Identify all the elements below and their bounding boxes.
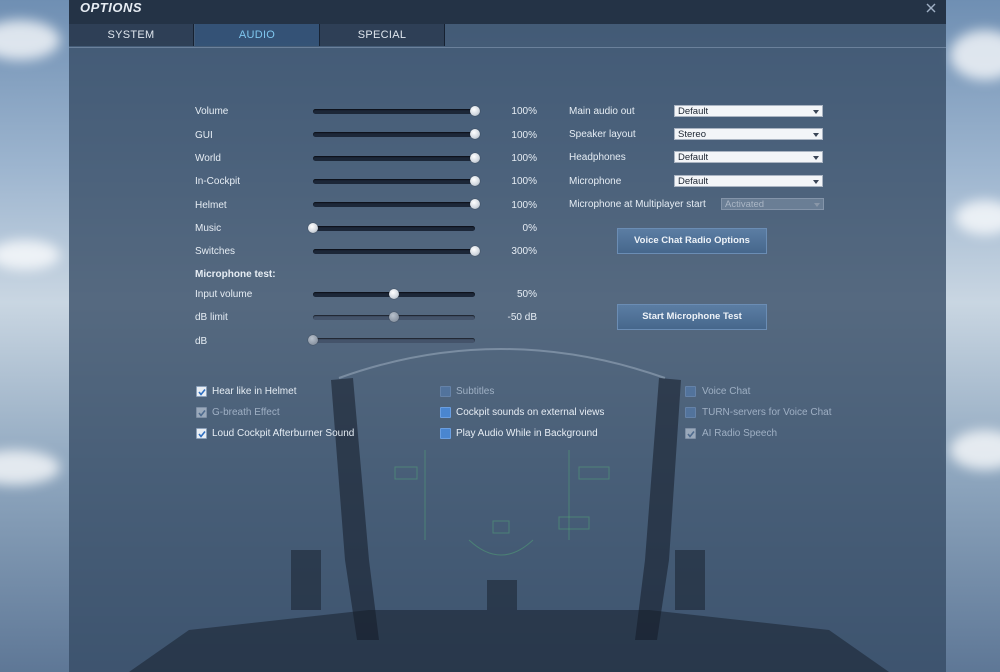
slider-label: Switches <box>195 246 236 257</box>
slider-label: Music <box>195 223 222 234</box>
slider-label: World <box>195 153 221 164</box>
helmet-slider[interactable] <box>313 199 480 209</box>
options-window: OPTIONS SYSTEM AUDIO SPECIAL Volume 100%… <box>69 0 946 672</box>
cloud <box>0 450 60 485</box>
chevron-down-icon <box>813 133 819 137</box>
slider-value: 0% <box>522 223 537 234</box>
slider-value: 100% <box>511 106 537 117</box>
select-value: Stereo <box>678 129 706 140</box>
check-icon <box>198 431 206 438</box>
world-slider[interactable] <box>313 153 480 163</box>
select-value: Default <box>678 106 709 117</box>
check-icon <box>687 431 695 438</box>
mp-start-select: Activated <box>721 198 824 210</box>
checkbox-label: AI Radio Speech <box>702 428 778 439</box>
slider-value: 100% <box>511 200 537 211</box>
checkbox-label: Hear like in Helmet <box>212 386 297 397</box>
mic-test-heading: Microphone test: <box>195 269 276 280</box>
headphones-select[interactable]: Default <box>674 151 823 163</box>
chevron-down-icon <box>813 180 819 184</box>
device-label: Microphone <box>569 176 622 187</box>
checkbox[interactable] <box>440 386 451 397</box>
chevron-down-icon <box>813 156 819 160</box>
checkbox[interactable] <box>196 407 207 418</box>
checkbox[interactable] <box>196 386 207 397</box>
db-label: dB <box>195 336 208 347</box>
start-microphone-test-button[interactable]: Start Microphone Test <box>617 304 767 330</box>
check-icon <box>198 410 206 417</box>
slider-value: 100% <box>511 130 537 141</box>
checkbox-label: Play Audio While in Background <box>456 428 598 439</box>
checkbox-label: Loud Cockpit Afterburner Sound <box>212 428 355 439</box>
meter-indicator <box>308 335 318 345</box>
main-audio-out-select[interactable]: Default <box>674 105 823 117</box>
chevron-down-icon <box>813 110 819 114</box>
slider-label: In-Cockpit <box>195 176 241 187</box>
checkbox[interactable] <box>440 407 451 418</box>
device-label: Speaker layout <box>569 129 636 140</box>
window-title: OPTIONS <box>80 0 143 15</box>
slider-value: 100% <box>511 176 537 187</box>
cloud <box>950 30 1000 80</box>
select-value: Default <box>678 176 709 187</box>
slider-handle[interactable] <box>308 223 318 233</box>
checkbox-label: TURN-servers for Voice Chat <box>702 407 832 418</box>
db-limit-label: dB limit <box>195 312 228 323</box>
speaker-layout-select[interactable]: Stereo <box>674 128 823 140</box>
db-meter <box>308 335 475 345</box>
device-label: Headphones <box>569 152 626 163</box>
switches-slider[interactable] <box>313 246 480 256</box>
checkbox[interactable] <box>685 386 696 397</box>
in-cockpit-slider[interactable] <box>313 176 480 186</box>
checkbox[interactable] <box>440 428 451 439</box>
device-label: Main audio out <box>569 106 635 117</box>
slider-handle[interactable] <box>389 312 399 322</box>
volume-slider[interactable] <box>313 106 480 116</box>
slider-label: Helmet <box>195 200 227 211</box>
microphone-select[interactable]: Default <box>674 175 823 187</box>
input-volume-slider[interactable] <box>313 289 475 299</box>
close-icon[interactable] <box>924 1 938 15</box>
checkbox-label: Cockpit sounds on external views <box>456 407 605 418</box>
chevron-down-icon <box>814 203 820 207</box>
checkbox-label: Subtitles <box>456 386 495 397</box>
checkbox[interactable] <box>685 407 696 418</box>
tab-special[interactable]: SPECIAL <box>320 24 445 46</box>
checkbox-label: G-breath Effect <box>212 407 280 418</box>
tab-audio[interactable]: AUDIO <box>195 24 320 46</box>
title-bar: OPTIONS <box>69 0 946 24</box>
voice-chat-radio-options-button[interactable]: Voice Chat Radio Options <box>617 228 767 254</box>
checkbox-label: Voice Chat <box>702 386 751 397</box>
slider-label: GUI <box>195 130 213 141</box>
slider-label: Volume <box>195 106 229 117</box>
music-slider[interactable] <box>308 223 475 233</box>
select-value: Activated <box>725 199 765 210</box>
input-volume-label: Input volume <box>195 289 253 300</box>
check-icon <box>198 389 206 396</box>
input-volume-value: 50% <box>516 289 537 300</box>
db-limit-value: -50 dB <box>507 312 537 323</box>
tab-system[interactable]: SYSTEM <box>69 24 194 46</box>
cloud <box>950 430 1000 470</box>
tab-bar: SYSTEM AUDIO SPECIAL <box>69 24 946 48</box>
cloud <box>955 200 1000 235</box>
checkbox[interactable] <box>685 428 696 439</box>
slider-value: 100% <box>511 153 537 164</box>
slider-value: 300% <box>511 246 537 257</box>
gui-slider[interactable] <box>313 129 480 139</box>
mp-start-label: Microphone at Multiplayer start <box>569 199 706 210</box>
cloud <box>0 20 60 60</box>
slider-handle[interactable] <box>389 289 399 299</box>
db-limit-slider[interactable] <box>313 312 475 322</box>
select-value: Default <box>678 152 709 163</box>
checkbox[interactable] <box>196 428 207 439</box>
cloud <box>0 240 60 270</box>
